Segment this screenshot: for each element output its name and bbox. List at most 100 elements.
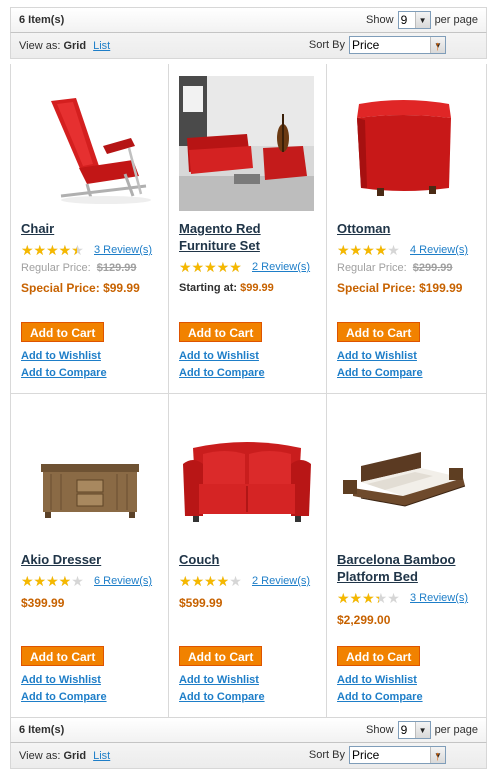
special-price-label: Special Price:	[337, 281, 416, 295]
rating-stars-icon: ★★★★★★★★★★	[21, 242, 84, 258]
product-name[interactable]: Magento Red Furniture Set	[179, 220, 319, 254]
sort-direction-up-icon[interactable]: ↑	[435, 38, 442, 53]
add-to-compare-link[interactable]: Add to Compare	[21, 689, 161, 706]
add-to-compare-link[interactable]: Add to Compare	[337, 689, 477, 706]
add-to-links: Add to Wishlist Add to Compare	[21, 672, 161, 706]
product-item: Chair ★★★★★★★★★★ 3 Review(s) Regular Pri…	[11, 64, 169, 393]
product-actions: Add to Cart Add to Wishlist Add to Compa…	[21, 322, 161, 382]
product-image-ottoman[interactable]	[337, 76, 472, 211]
sort-value: Price	[352, 748, 380, 762]
product-item: Couch ★★★★★★★★★★ 2 Review(s) $599.99 Add…	[169, 394, 327, 717]
red-ottoman-icon	[337, 76, 472, 211]
regular-price-label: Regular Price:	[337, 262, 407, 274]
reviews-link[interactable]: 3 Review(s)	[94, 244, 152, 256]
product-image-chair[interactable]	[21, 76, 156, 211]
show-label: Show	[366, 14, 394, 26]
regular-price: Regular Price: $299.99	[337, 262, 477, 274]
starting-price: Starting at: $99.99	[179, 282, 319, 294]
sorter: View as: Grid List Sort By Price ▼ ↑	[10, 743, 487, 769]
limit-select[interactable]: 9 ▼	[397, 11, 431, 29]
list-view-link[interactable]: List	[93, 40, 110, 52]
products-grid: Chair ★★★★★★★★★★ 3 Review(s) Regular Pri…	[10, 64, 487, 717]
rating: ★★★★★★★★★★ 3 Review(s)	[21, 243, 161, 257]
rating-stars-icon: ★★★★★★★★★★	[179, 573, 242, 589]
sort-select[interactable]: Price ▼	[349, 746, 446, 764]
add-to-links: Add to Wishlist Add to Compare	[179, 348, 319, 382]
add-to-compare-link[interactable]: Add to Compare	[179, 365, 319, 382]
add-to-cart-button[interactable]: Add to Cart	[337, 322, 421, 342]
limit-select[interactable]: 9 ▼	[397, 721, 431, 739]
product-name[interactable]: Barcelona Bamboo Platform Bed	[337, 551, 477, 585]
show-label: Show	[366, 724, 394, 736]
price: $399.99	[21, 596, 65, 610]
special-price: Special Price: $199.99	[337, 281, 477, 295]
add-to-cart-button[interactable]: Add to Cart	[179, 646, 263, 666]
view-mode: View as: Grid List	[19, 40, 110, 52]
regular-price-value: $299.99	[412, 262, 453, 274]
list-view-link[interactable]: List	[93, 750, 110, 762]
product-name[interactable]: Akio Dresser	[21, 551, 161, 568]
add-to-compare-link[interactable]: Add to Compare	[179, 689, 319, 706]
item-count: 6 Item(s)	[19, 14, 65, 26]
product-image-couch[interactable]	[179, 406, 314, 541]
add-to-links: Add to Wishlist Add to Compare	[21, 348, 161, 382]
add-to-cart-button[interactable]: Add to Cart	[337, 646, 421, 666]
limit-value: 9	[400, 13, 408, 27]
toolbar-top: 6 Item(s) Show 9 ▼ per page View as: Gri…	[10, 7, 487, 59]
add-to-links: Add to Wishlist Add to Compare	[337, 348, 477, 382]
add-to-wishlist-link[interactable]: Add to Wishlist	[21, 672, 161, 689]
rating-stars-icon: ★★★★★★★★★★	[21, 573, 84, 589]
regular-price-label: Regular Price:	[21, 262, 91, 274]
reviews-link[interactable]: 2 Review(s)	[252, 261, 310, 273]
add-to-cart-button[interactable]: Add to Cart	[21, 322, 105, 342]
product-name[interactable]: Couch	[179, 551, 319, 568]
rating: ★★★★★★★★★★ 4 Review(s)	[337, 243, 477, 257]
add-to-compare-link[interactable]: Add to Compare	[337, 365, 477, 382]
view-mode: View as: Grid List	[19, 750, 110, 762]
limit-value: 9	[400, 723, 408, 737]
sort-select[interactable]: Price ▼	[349, 36, 446, 54]
product-info: Akio Dresser ★★★★★★★★★★ 6 Review(s) $399…	[21, 551, 161, 610]
reviews-link[interactable]: 6 Review(s)	[94, 575, 152, 587]
add-to-compare-link[interactable]: Add to Compare	[21, 365, 161, 382]
product-item: Akio Dresser ★★★★★★★★★★ 6 Review(s) $399…	[11, 394, 169, 717]
wooden-dresser-icon	[21, 406, 156, 541]
add-to-cart-button[interactable]: Add to Cart	[179, 322, 263, 342]
reviews-link[interactable]: 3 Review(s)	[410, 592, 468, 604]
product-actions: Add to Cart Add to Wishlist Add to Compa…	[179, 322, 319, 382]
sort-direction-up-icon[interactable]: ↑	[435, 748, 442, 763]
platform-bed-icon	[337, 406, 472, 541]
product-image-bed[interactable]	[337, 406, 472, 541]
product-name[interactable]: Chair	[21, 220, 161, 237]
reviews-link[interactable]: 4 Review(s)	[410, 244, 468, 256]
item-count: 6 Item(s)	[19, 724, 65, 736]
add-to-links: Add to Wishlist Add to Compare	[337, 672, 477, 706]
product-info: Barcelona Bamboo Platform Bed ★★★★★★★★★★…	[337, 551, 477, 627]
product-actions: Add to Cart Add to Wishlist Add to Compa…	[337, 646, 477, 706]
price: $2,299.00	[337, 613, 391, 627]
add-to-wishlist-link[interactable]: Add to Wishlist	[21, 348, 161, 365]
sort-by: Sort By Price ▼	[309, 746, 446, 764]
sort-by-label: Sort By	[308, 749, 345, 761]
rating-stars-icon: ★★★★★★★★★★	[337, 590, 400, 606]
red-furniture-set-icon	[179, 76, 314, 211]
product-name[interactable]: Ottoman	[337, 220, 477, 237]
add-to-wishlist-link[interactable]: Add to Wishlist	[337, 672, 477, 689]
product-image-furniture-set[interactable]	[179, 76, 314, 211]
red-lounge-chair-icon	[21, 76, 156, 211]
special-price-label: Special Price:	[21, 281, 100, 295]
add-to-wishlist-link[interactable]: Add to Wishlist	[179, 672, 319, 689]
price: $599.99	[179, 596, 223, 610]
product-actions: Add to Cart Add to Wishlist Add to Compa…	[21, 646, 161, 706]
product-image-dresser[interactable]	[21, 406, 156, 541]
chevron-down-icon: ▼	[414, 722, 430, 738]
products-row: Akio Dresser ★★★★★★★★★★ 6 Review(s) $399…	[11, 394, 486, 717]
view-as-label: View as:	[19, 40, 61, 52]
starting-price-label: Starting at:	[179, 282, 238, 294]
add-to-wishlist-link[interactable]: Add to Wishlist	[179, 348, 319, 365]
add-to-wishlist-link[interactable]: Add to Wishlist	[337, 348, 477, 365]
pager: 6 Item(s) Show 9 ▼ per page	[10, 7, 487, 33]
add-to-cart-button[interactable]: Add to Cart	[21, 646, 105, 666]
reviews-link[interactable]: 2 Review(s)	[252, 575, 310, 587]
special-price: Special Price: $99.99	[21, 281, 161, 295]
